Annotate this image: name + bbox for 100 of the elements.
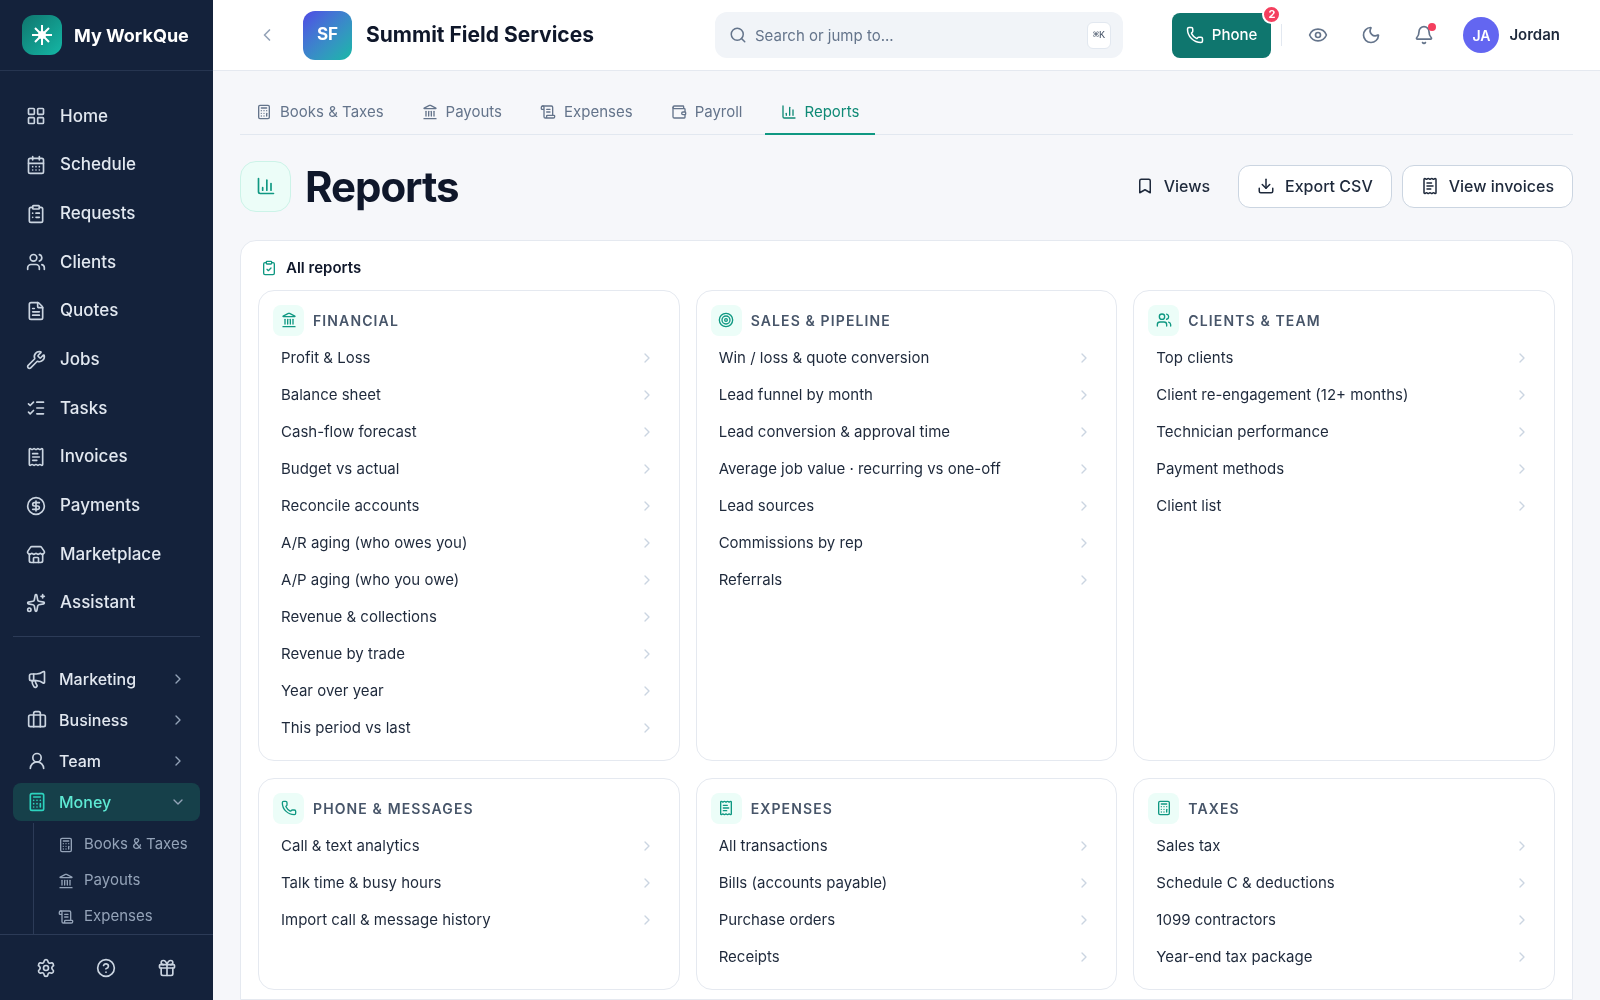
- users-icon: [1155, 312, 1172, 328]
- report-link[interactable]: Import call & message history: [273, 901, 665, 939]
- wrench-icon: [26, 349, 46, 370]
- report-link[interactable]: Receipts: [710, 938, 1103, 976]
- report-link[interactable]: Lead conversion & approval time: [710, 413, 1103, 451]
- calendar-icon: [26, 155, 46, 176]
- receipt-icon: [1420, 177, 1439, 195]
- logo-icon: [22, 15, 62, 55]
- report-link[interactable]: A/R aging (who owes you): [273, 524, 665, 562]
- report-link[interactable]: Profit & Loss: [273, 339, 665, 377]
- nav-item[interactable]: Requests: [12, 189, 201, 239]
- report-link[interactable]: Call & text analytics: [273, 827, 665, 865]
- calculator-icon: [1155, 800, 1172, 816]
- grid-icon: [26, 106, 46, 127]
- report-link[interactable]: Average job value · recurring vs one-off: [710, 450, 1103, 488]
- nav-item[interactable]: Clients: [12, 238, 201, 287]
- report-link[interactable]: Commissions by rep: [710, 524, 1103, 562]
- user-avatar[interactable]: JA: [1463, 17, 1500, 53]
- bar-chart-icon: [255, 176, 276, 196]
- report-link[interactable]: Talk time & busy hours: [273, 864, 665, 902]
- receipt-icon: [58, 908, 74, 925]
- report-link[interactable]: This period vs last: [273, 709, 665, 747]
- report-link[interactable]: 1099 contractors: [1148, 901, 1540, 939]
- nav-item[interactable]: Payments: [12, 481, 201, 531]
- nav-group[interactable]: Marketing: [13, 660, 200, 699]
- nav-item[interactable]: Schedule: [12, 140, 201, 190]
- report-link[interactable]: Win / loss & quote conversion: [710, 339, 1103, 377]
- report-link[interactable]: Schedule C & deductions: [1148, 864, 1540, 902]
- phone-icon: [1185, 26, 1204, 44]
- report-link[interactable]: A/P aging (who you owe): [273, 561, 665, 599]
- tab[interactable]: Expenses: [524, 91, 649, 135]
- action-button[interactable]: Views: [1117, 164, 1228, 208]
- receipt-icon: [26, 447, 46, 468]
- report-link[interactable]: Reconcile accounts: [273, 487, 665, 525]
- report-link[interactable]: All transactions: [710, 827, 1103, 865]
- calculator-icon: [27, 792, 47, 813]
- report-link[interactable]: Lead sources: [710, 487, 1103, 525]
- tab[interactable]: Payouts: [405, 91, 519, 135]
- nav-group[interactable]: Team: [13, 742, 200, 781]
- tab[interactable]: Payroll: [654, 91, 759, 135]
- report-link[interactable]: Payment methods: [1148, 450, 1540, 488]
- report-link[interactable]: Revenue by trade: [273, 635, 665, 673]
- phone-icon: [280, 800, 297, 816]
- report-link[interactable]: Referrals: [710, 561, 1103, 599]
- report-link[interactable]: Client re-engagement (12+ months): [1148, 376, 1540, 414]
- nav-item[interactable]: Home: [12, 92, 201, 141]
- help-icon: [96, 957, 117, 978]
- report-link[interactable]: Cash-flow forecast: [273, 413, 665, 451]
- nav-item[interactable]: Quotes: [12, 286, 201, 336]
- action-button[interactable]: View invoices: [1401, 164, 1573, 208]
- report-link[interactable]: Year over year: [273, 672, 665, 710]
- eye-icon: [1308, 25, 1329, 45]
- report-link[interactable]: Top clients: [1148, 339, 1540, 377]
- nav-item[interactable]: Marketplace: [12, 530, 201, 579]
- report-link[interactable]: Budget vs actual: [273, 450, 665, 488]
- report-link[interactable]: Year-end tax package: [1148, 938, 1540, 976]
- report-link[interactable]: Sales tax: [1148, 827, 1540, 865]
- section-title: EXPENSES: [750, 798, 833, 819]
- sub-nav-item[interactable]: Payouts: [58, 862, 200, 899]
- page-title: Reports: [305, 159, 459, 214]
- nav-group[interactable]: Money: [13, 783, 200, 822]
- bar-chart-icon: [780, 104, 797, 120]
- org-name: Summit Field Services: [366, 21, 594, 50]
- report-link[interactable]: Lead funnel by month: [710, 376, 1103, 414]
- bell-icon: [1414, 25, 1435, 45]
- receipt-icon: [540, 104, 557, 120]
- sub-nav-item[interactable]: Expenses: [58, 898, 200, 934]
- report-link[interactable]: Purchase orders: [710, 901, 1103, 939]
- wallet-icon: [670, 104, 687, 120]
- tab[interactable]: Books & Taxes: [240, 91, 400, 135]
- brand-name: My WorkQue: [74, 23, 189, 48]
- search-icon: [729, 26, 747, 44]
- org-avatar: SF: [303, 10, 352, 60]
- receipt-icon: [718, 800, 735, 816]
- report-link[interactable]: Bills (accounts payable): [710, 864, 1103, 902]
- bank-icon: [421, 104, 438, 120]
- bank-icon: [58, 872, 74, 889]
- settings-icon: [36, 957, 57, 978]
- report-link[interactable]: Revenue & collections: [273, 598, 665, 636]
- download-icon: [1257, 177, 1275, 195]
- nav-item[interactable]: Assistant: [12, 578, 201, 628]
- nav-item[interactable]: Invoices: [12, 432, 201, 482]
- report-link[interactable]: Client list: [1148, 487, 1540, 525]
- section-title: SALES & PIPELINE: [750, 310, 891, 331]
- calculator-icon: [256, 104, 272, 120]
- panel-title: All reports: [286, 257, 362, 279]
- sub-nav-item[interactable]: Books & Taxes: [58, 826, 200, 863]
- nav-item[interactable]: Jobs: [12, 335, 201, 385]
- nav-group[interactable]: Business: [13, 701, 200, 740]
- dollar-coin-icon: [26, 495, 46, 516]
- section-title: CLIENTS & TEAM: [1188, 310, 1321, 331]
- clipboard-icon: [26, 203, 46, 224]
- megaphone-icon: [27, 669, 47, 690]
- tab[interactable]: Reports: [764, 91, 876, 135]
- report-link[interactable]: Technician performance: [1148, 413, 1540, 451]
- nav-item[interactable]: Tasks: [12, 384, 201, 433]
- section-title: TAXES: [1188, 798, 1240, 819]
- user-name: Jordan: [1509, 23, 1560, 46]
- action-button[interactable]: Export CSV: [1238, 164, 1392, 208]
- report-link[interactable]: Balance sheet: [273, 376, 665, 414]
